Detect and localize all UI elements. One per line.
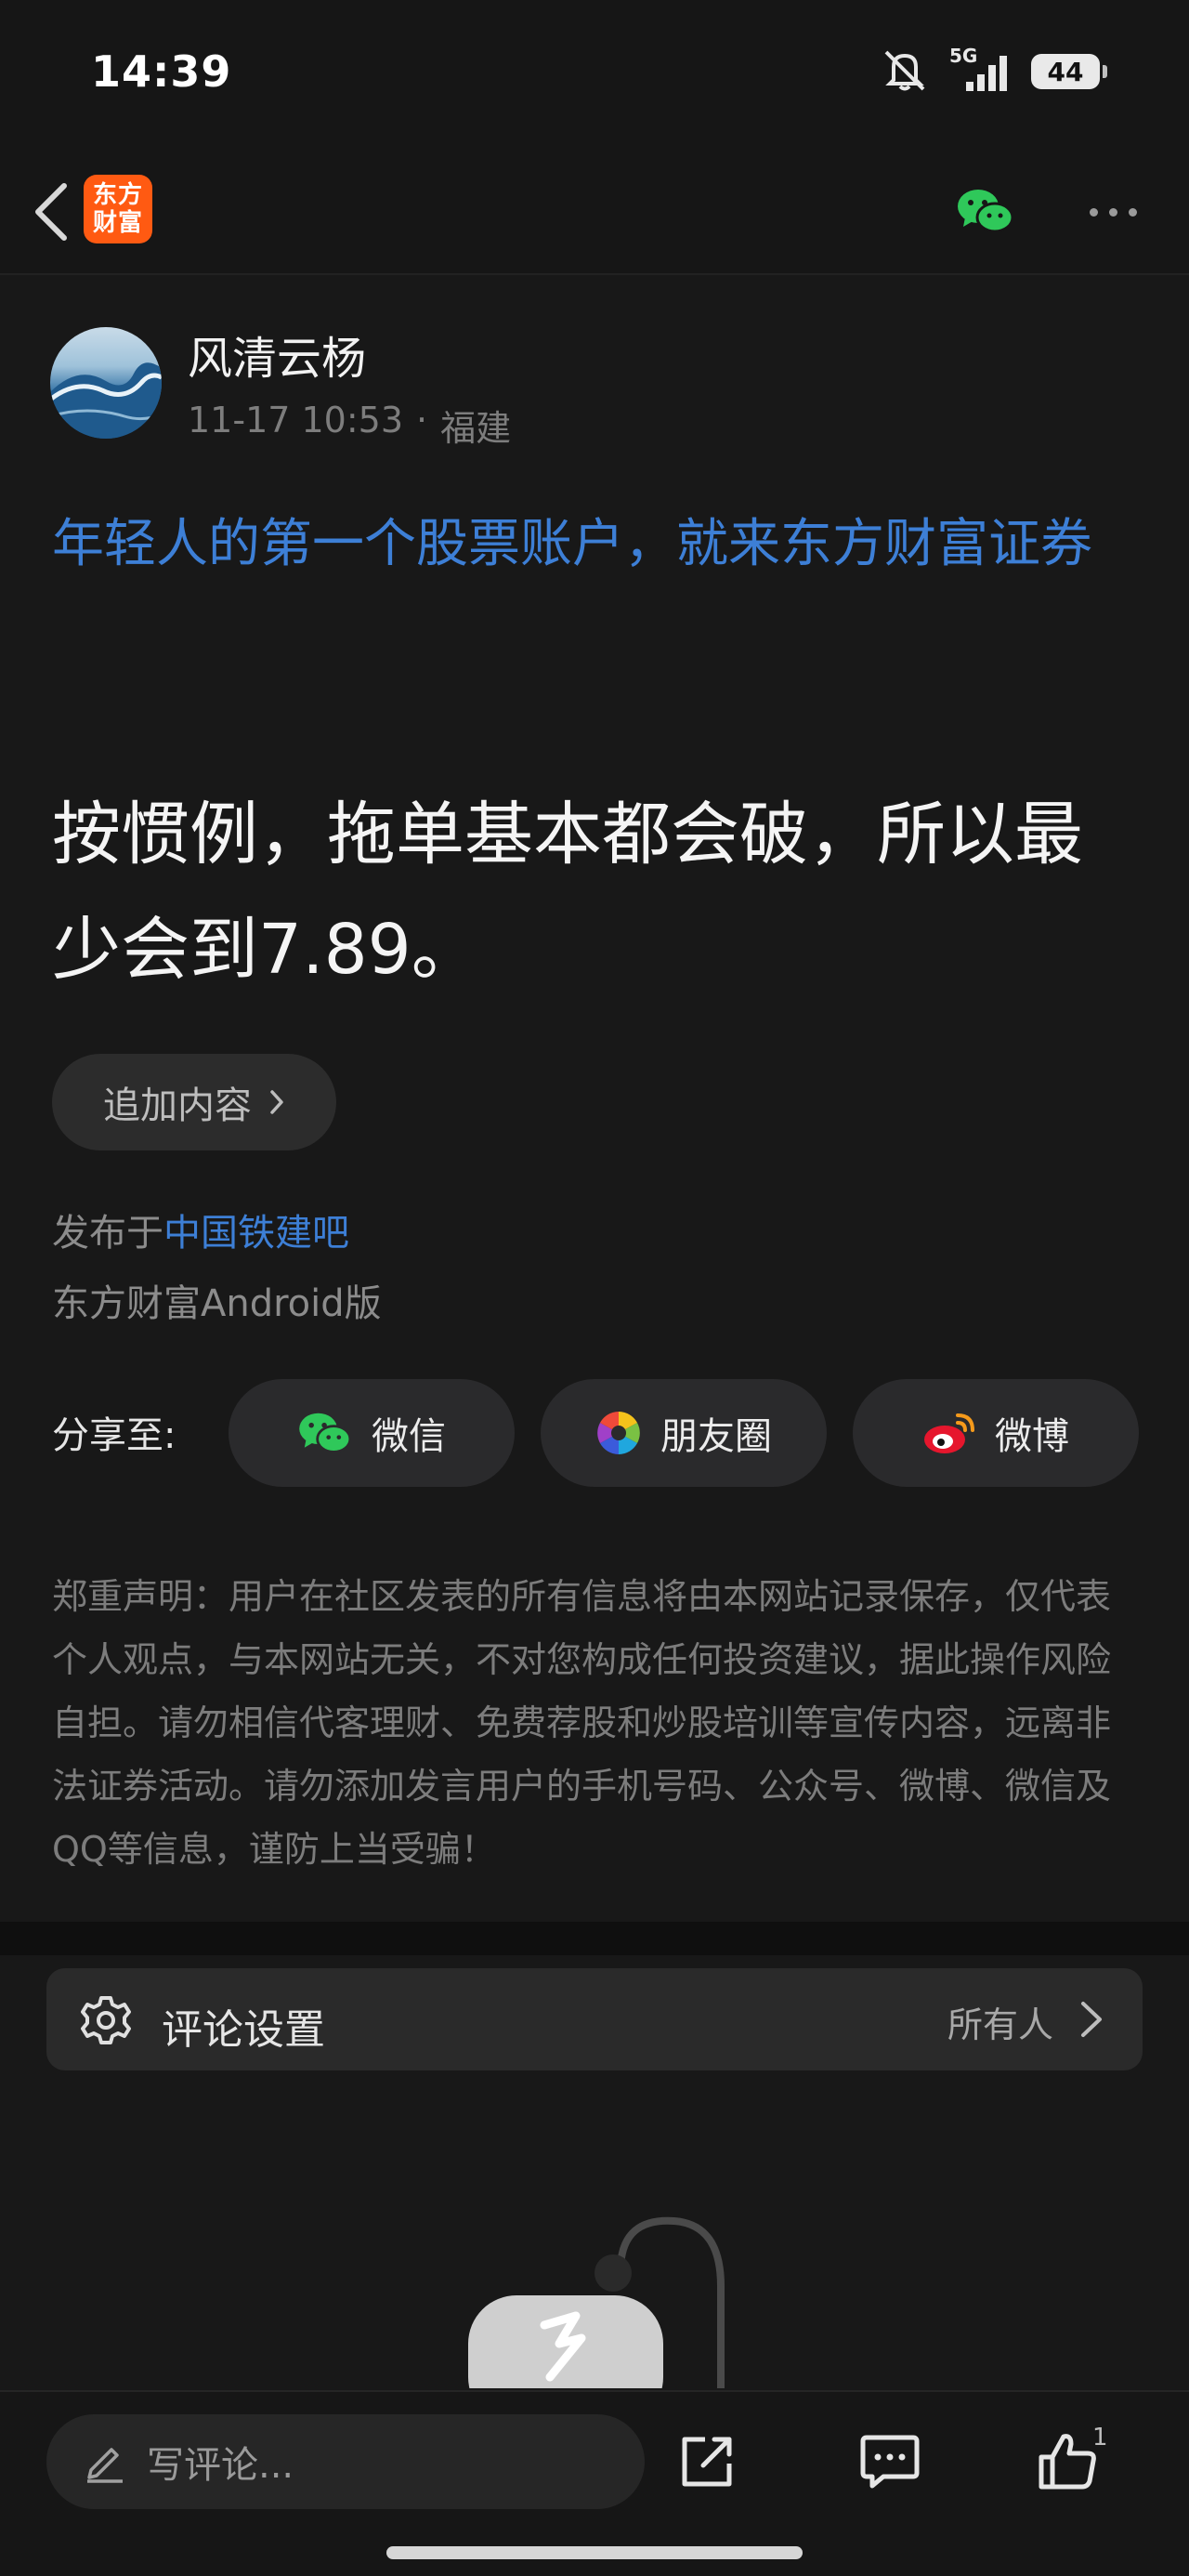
status-bar: 14:39 5G 44 <box>0 0 1189 149</box>
nav-bar: 东方 财富 <box>0 149 1189 275</box>
like-count: 1 <box>1092 2424 1108 2451</box>
pencil-icon <box>87 2448 123 2483</box>
share-weibo-button[interactable]: 微博 <box>853 1379 1139 1487</box>
status-time: 14:39 <box>91 46 232 97</box>
home-indicator[interactable] <box>386 2546 803 2559</box>
more-dot-icon <box>1108 207 1117 217</box>
moments-aperture-icon <box>597 1412 640 1454</box>
wechat-icon <box>299 1413 352 1453</box>
comment-input[interactable]: 写评论... <box>46 2414 645 2509</box>
comment-button[interactable] <box>855 2425 925 2496</box>
publish-prefix: 发布于 <box>52 1212 163 1255</box>
share-button[interactable] <box>673 2425 743 2496</box>
bottom-action-bar: 写评论... 1 <box>0 2390 1189 2576</box>
share-wechat-label: 微信 <box>372 1415 446 1458</box>
wechat-icon <box>958 190 1014 233</box>
chevron-right-icon <box>270 1090 283 1114</box>
section-divider <box>0 1922 1189 1955</box>
wave-avatar-icon <box>50 362 162 439</box>
append-content-button[interactable]: 追加内容 <box>52 1054 336 1150</box>
comment-bubble-icon <box>860 2435 920 2489</box>
comment-settings-value: 所有人 <box>947 2004 1053 2045</box>
author-avatar[interactable] <box>50 327 162 439</box>
more-options-button[interactable] <box>1076 193 1150 230</box>
comment-placeholder: 写评论... <box>147 2444 294 2487</box>
promo-link[interactable]: 年轻人的第一个股票账户，就来东方财富证券 <box>52 502 1148 587</box>
share-wechat-button[interactable]: 微信 <box>229 1379 515 1487</box>
post-location: 福建 <box>440 408 512 449</box>
signal-icon: 5G <box>949 45 1011 93</box>
back-button[interactable] <box>19 177 84 247</box>
post-content: 按惯例，拖单基本都会破，所以最少会到7.89。 <box>52 795 1083 990</box>
client-info: 东方财富Android版 <box>52 1282 382 1325</box>
battery-icon: 44 <box>1031 54 1107 89</box>
share-moments-button[interactable]: 朋友圈 <box>541 1379 827 1487</box>
share-arrow-icon <box>682 2437 732 2487</box>
comment-settings-row[interactable]: 评论设置 所有人 <box>46 1968 1143 2070</box>
mute-icon <box>881 48 929 95</box>
back-arrow-icon <box>35 183 67 241</box>
bar-link[interactable]: 中国铁建吧 <box>163 1212 349 1255</box>
weibo-icon <box>924 1413 974 1453</box>
empty-comments-illustration <box>468 2216 725 2388</box>
post-time: 11-17 10:53 <box>188 400 404 440</box>
comment-settings-label: 评论设置 <box>162 2006 325 2054</box>
more-dot-icon <box>1089 207 1098 217</box>
chevron-right-icon <box>1081 2002 1102 2037</box>
publish-info: 发布于中国铁建吧 <box>52 1203 349 1256</box>
disclaimer-text: 郑重声明：用户在社区发表的所有信息将由本网站记录保存，仅代表个人观点，与本网站无… <box>52 1576 1112 1870</box>
logo-text-top: 东方 <box>92 181 143 209</box>
share-label: 分享至: <box>52 1414 176 1457</box>
logo-text-bottom: 财富 <box>92 209 143 237</box>
post-meta: 11-17 10:53 · 福建 <box>188 400 511 451</box>
share-weibo-label: 微博 <box>995 1415 1069 1458</box>
thumbs-up-icon <box>1039 2434 1096 2490</box>
author-name[interactable]: 风清云杨 <box>188 322 366 387</box>
append-label: 追加内容 <box>103 1084 252 1127</box>
gear-icon <box>81 1996 131 2044</box>
status-icons: 5G 44 <box>881 45 1107 95</box>
wechat-share-button[interactable] <box>953 178 1018 243</box>
more-dot-icon <box>1128 207 1137 217</box>
share-moments-label: 朋友圈 <box>660 1415 772 1458</box>
app-logo[interactable]: 东方 财富 <box>84 175 152 243</box>
meta-separator: · <box>416 400 428 440</box>
